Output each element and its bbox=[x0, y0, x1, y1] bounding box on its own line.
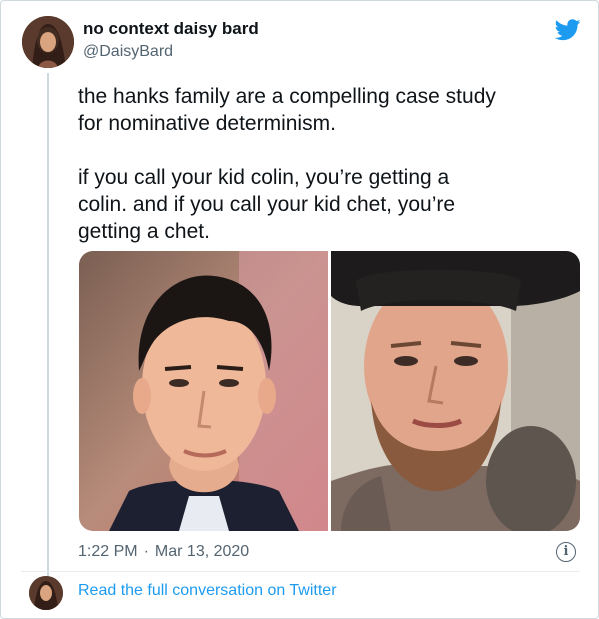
read-full-conversation-link[interactable]: Read the full conversation on Twitter bbox=[78, 582, 337, 600]
info-icon[interactable]: i bbox=[556, 542, 576, 562]
tweet-time: 1:22 PM bbox=[78, 543, 138, 560]
tweet-text: the hanks family are a compelling case s… bbox=[78, 83, 583, 245]
avatar[interactable] bbox=[22, 16, 74, 68]
user-handle[interactable]: @DaisyBard bbox=[83, 43, 173, 61]
twitter-bird-icon[interactable] bbox=[554, 19, 581, 41]
tweet-card: no context daisy bard @DaisyBard the han… bbox=[0, 0, 599, 619]
divider bbox=[21, 571, 580, 572]
thread-line bbox=[47, 73, 49, 593]
tweet-paragraph: if you call your kid colin, you’re getti… bbox=[78, 166, 456, 243]
display-name[interactable]: no context daisy bard bbox=[83, 19, 259, 39]
reply-avatar[interactable] bbox=[29, 576, 63, 610]
tweet-paragraph: the hanks family are a compelling case s… bbox=[78, 85, 496, 135]
photo-left[interactable] bbox=[79, 251, 328, 531]
meta-separator: · bbox=[143, 543, 149, 560]
tweet-date: Mar 13, 2020 bbox=[154, 543, 250, 560]
tweet-media bbox=[79, 251, 580, 531]
tweet-timestamp[interactable]: 1:22 PM · Mar 13, 2020 bbox=[78, 543, 249, 561]
photo-right[interactable] bbox=[331, 251, 580, 531]
